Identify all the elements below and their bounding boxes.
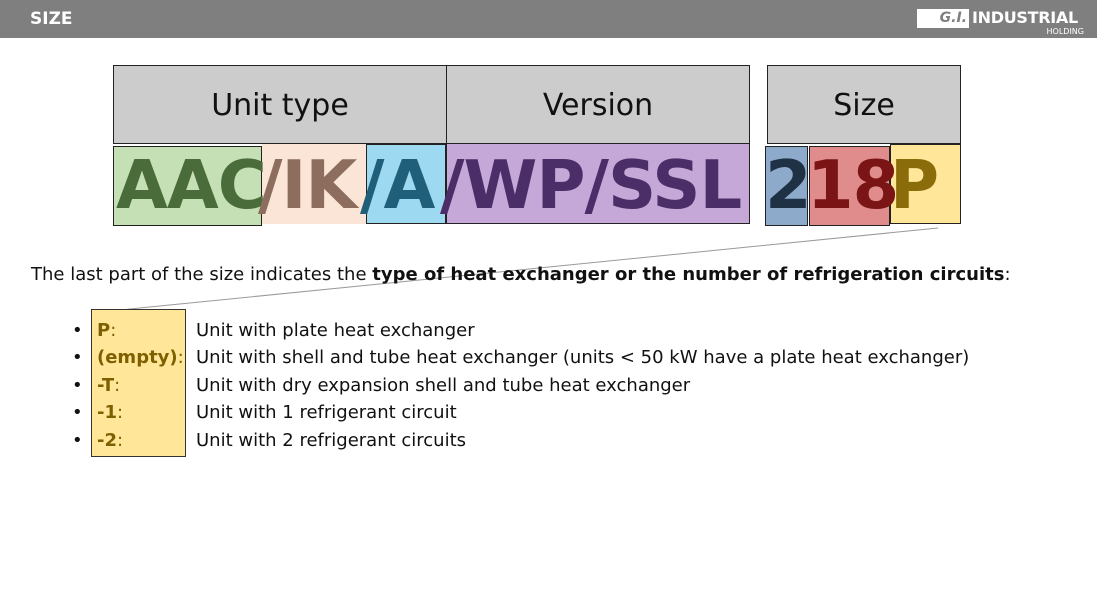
bullet: • bbox=[72, 430, 83, 451]
bullet: • bbox=[72, 320, 83, 341]
logo-subtitle: HOLDING bbox=[1046, 27, 1084, 36]
code-segment-2: 2 bbox=[765, 146, 812, 224]
option-description: Unit with dry expansion shell and tube h… bbox=[196, 375, 691, 396]
bullet: • bbox=[72, 402, 83, 423]
option-description: Unit with plate heat exchanger bbox=[196, 320, 475, 341]
header-bar: SIZE G.I. INDUSTRIAL HOLDING bbox=[0, 0, 1097, 38]
column-size: Size bbox=[767, 65, 961, 144]
intro-prefix: The last part of the size indicates the bbox=[31, 264, 373, 285]
logo-mark: G.I. bbox=[917, 9, 969, 28]
option-description: Unit with shell and tube heat exchanger … bbox=[196, 347, 970, 368]
option-description: Unit with 2 refrigerant circuits bbox=[196, 430, 467, 451]
option-key: P: bbox=[97, 320, 117, 341]
code-segment-wp-ssl: /WP/SSL bbox=[440, 146, 742, 224]
code-segment-a: /A bbox=[360, 146, 435, 224]
bullet: • bbox=[72, 347, 83, 368]
option-key: (empty): bbox=[97, 347, 184, 368]
intro-sentence: The last part of the size indicates the … bbox=[31, 264, 1011, 285]
column-unit-type: Unit type bbox=[113, 65, 447, 144]
code-segment-aac: AAC bbox=[116, 146, 267, 224]
option-key: -1: bbox=[97, 402, 124, 423]
code-segment-p: P bbox=[890, 146, 939, 224]
option-key: -T: bbox=[97, 375, 121, 396]
option-description: Unit with 1 refrigerant circuit bbox=[196, 402, 457, 423]
logo-wordmark: INDUSTRIAL bbox=[972, 8, 1078, 27]
option-key: -2: bbox=[97, 430, 124, 451]
intro-suffix: : bbox=[1004, 264, 1011, 285]
slide-title: SIZE bbox=[30, 9, 73, 29]
bullet: • bbox=[72, 375, 83, 396]
code-segment-ik: /IK bbox=[258, 146, 357, 224]
code-segment-18: 18 bbox=[807, 146, 899, 224]
intro-bold: type of heat exchanger or the number of … bbox=[372, 264, 1005, 285]
company-logo: G.I. INDUSTRIAL HOLDING bbox=[917, 6, 1087, 36]
column-version: Version bbox=[446, 65, 750, 144]
